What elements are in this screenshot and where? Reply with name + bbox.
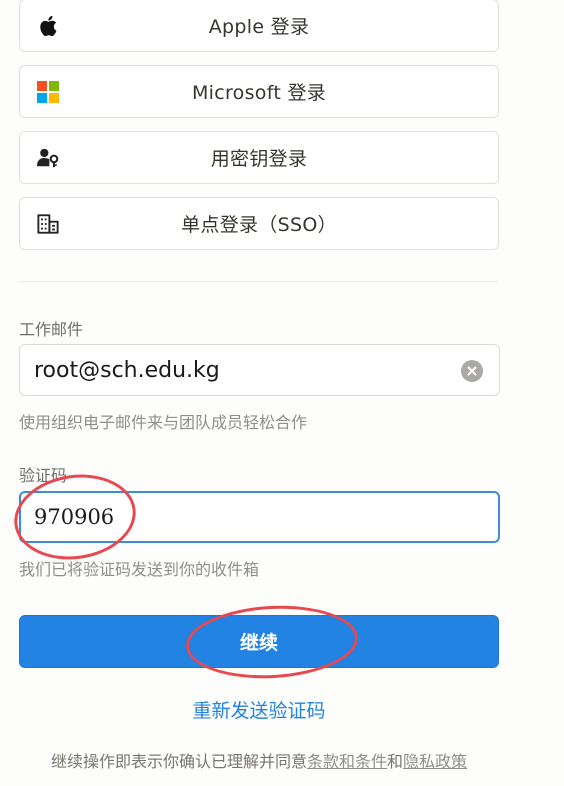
verification-hint: 我们已将验证码发送到你的收件箱 xyxy=(19,560,260,579)
continue-button[interactable]: 继续 xyxy=(19,615,499,668)
apple-logo-icon xyxy=(37,15,59,37)
terms-link[interactable]: 条款和条件 xyxy=(307,752,387,771)
section-divider xyxy=(19,281,499,282)
clear-x-icon xyxy=(467,366,477,376)
passkey-login-label: 用密钥登录 xyxy=(210,148,308,170)
passkey-person-key-icon xyxy=(37,147,59,169)
terms-joiner: 和 xyxy=(387,752,404,771)
sso-login-label: 单点登录（SSO） xyxy=(181,214,337,236)
terms-notice: 继续操作即表示你确认已理解并同意条款和条件和隐私政策 xyxy=(0,748,518,772)
verification-code-field[interactable] xyxy=(19,491,500,543)
resend-code-link[interactable]: 重新发送验证码 xyxy=(0,696,518,723)
email-hint: 使用组织电子邮件来与团队成员轻松合作 xyxy=(19,413,308,432)
microsoft-logo-icon xyxy=(37,80,59,103)
apple-login-label: Apple 登录 xyxy=(208,16,310,38)
verification-code-label: 验证码 xyxy=(19,466,68,485)
apple-login-button[interactable]: Apple 登录 xyxy=(19,0,499,52)
clear-email-button[interactable] xyxy=(461,360,483,382)
terms-prefix: 继续操作即表示你确认已理解并同意 xyxy=(50,752,307,771)
passkey-login-button[interactable]: 用密钥登录 xyxy=(19,131,499,184)
privacy-link[interactable]: 隐私政策 xyxy=(403,752,467,771)
email-field-label: 工作邮件 xyxy=(19,320,84,339)
sso-login-button[interactable]: 单点登录（SSO） xyxy=(19,197,499,250)
email-field[interactable] xyxy=(19,344,500,396)
microsoft-login-label: Microsoft 登录 xyxy=(191,82,327,104)
microsoft-login-button[interactable]: Microsoft 登录 xyxy=(19,65,499,118)
building-icon xyxy=(37,213,59,235)
